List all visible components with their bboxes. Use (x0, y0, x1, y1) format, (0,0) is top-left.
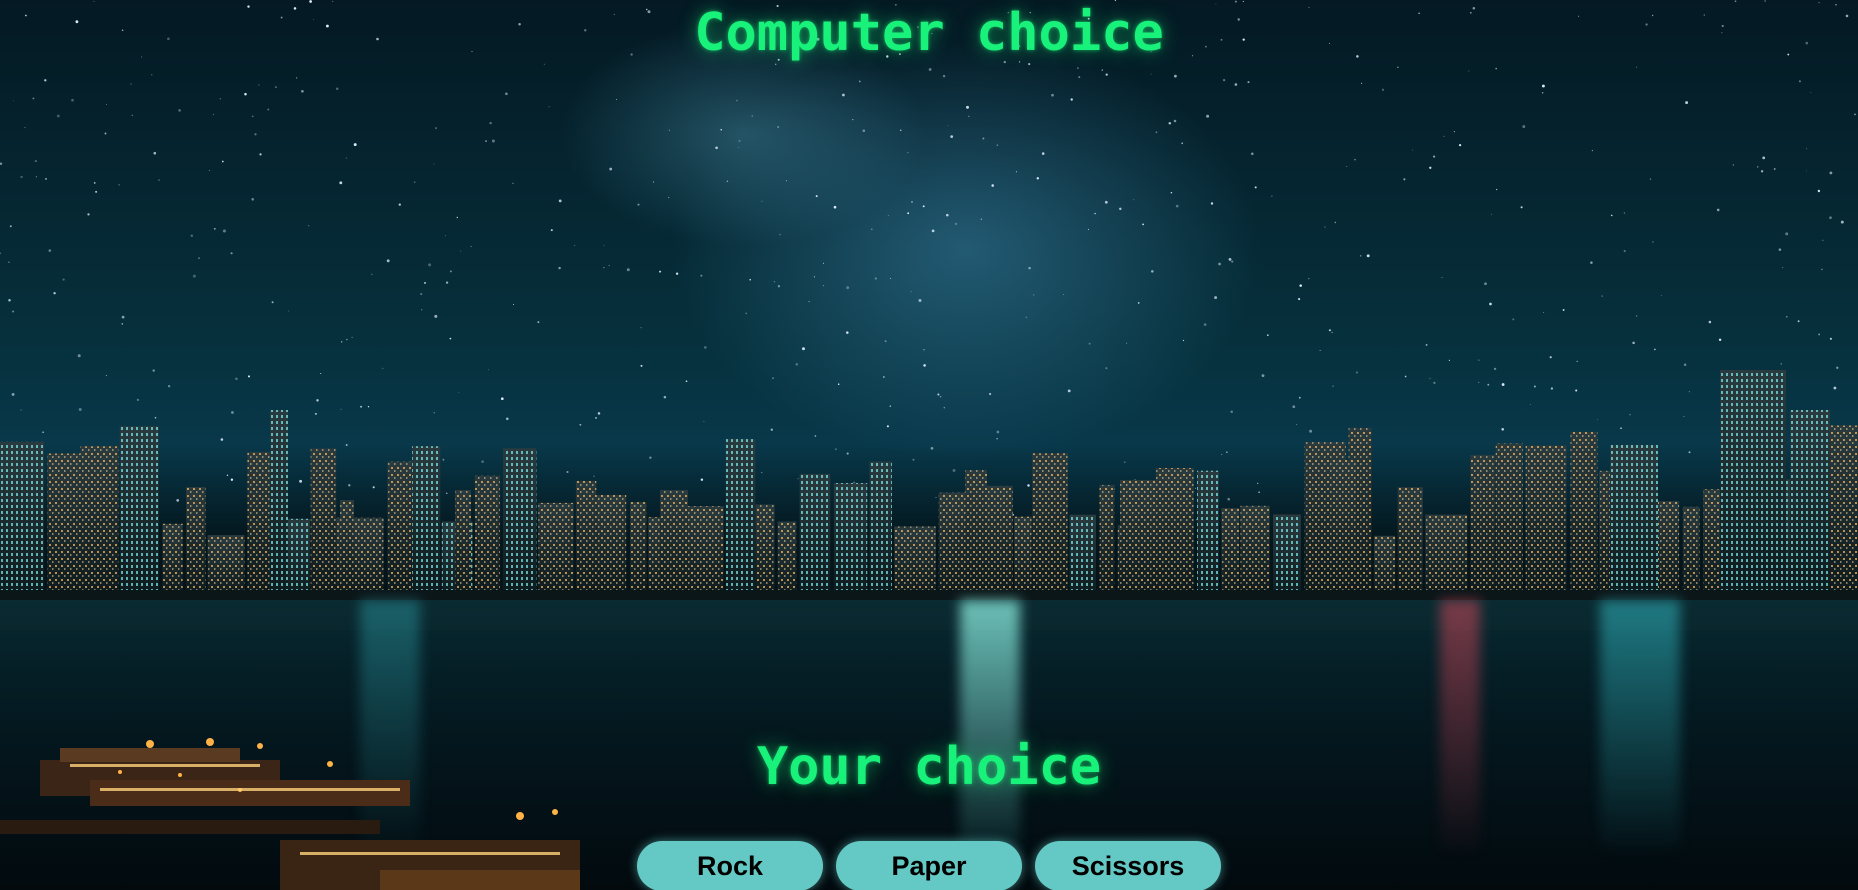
paper-button[interactable]: Paper (836, 841, 1022, 890)
light-reflection (1440, 600, 1480, 850)
choice-button-group: Rock Paper Scissors (0, 841, 1858, 890)
computer-choice-heading: Computer choice (694, 3, 1164, 63)
your-choice-heading: Your choice (756, 737, 1102, 797)
light-reflection (1600, 600, 1680, 850)
city-skyline-background (0, 370, 1858, 630)
light-reflection (960, 600, 1020, 850)
rock-button[interactable]: Rock (637, 841, 823, 890)
scissors-button[interactable]: Scissors (1035, 841, 1221, 890)
game-screen: Computer choice Your choice Rock Paper S… (0, 0, 1858, 890)
